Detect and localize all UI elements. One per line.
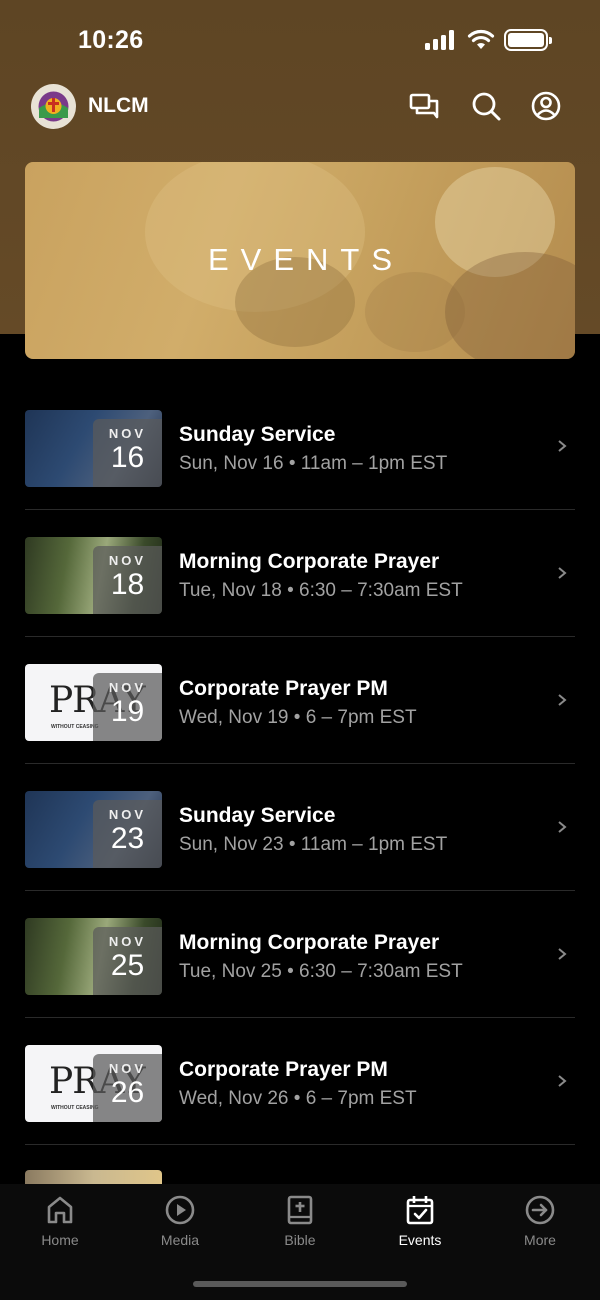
date-day: 18 <box>110 568 145 601</box>
date-month: NOV <box>108 934 147 949</box>
date-month: NOV <box>108 807 147 822</box>
play-circle-icon <box>165 1195 195 1225</box>
date-day: 23 <box>110 822 145 855</box>
event-title: Morning Corporate Prayer <box>179 550 440 573</box>
chevron-right-icon <box>558 1075 567 1087</box>
date-badge: NOV 26 <box>93 1054 162 1122</box>
date-badge: NOV 18 <box>93 546 162 614</box>
church-logo[interactable] <box>31 84 76 129</box>
event-row[interactable]: PRAY WITHOUT CEASING NOV 26 Corporate Pr… <box>25 1018 575 1145</box>
event-thumbnail: NOV 25 <box>25 918 162 995</box>
date-badge: NOV 16 <box>93 419 162 487</box>
app-name: NLCM <box>88 94 149 117</box>
tab-more[interactable]: More <box>480 1194 600 1260</box>
tab-home[interactable]: Home <box>0 1194 120 1260</box>
app-header: NLCM <box>0 82 600 130</box>
date-badge: NOV 23 <box>93 800 162 868</box>
date-month: NOV <box>108 426 147 441</box>
event-thumbnail: PRAY WITHOUT CEASING NOV 26 <box>25 1045 162 1122</box>
event-row[interactable]: NOV 18 Morning Corporate Prayer Tue, Nov… <box>25 510 575 637</box>
event-thumbnail: NOV 16 <box>25 410 162 487</box>
event-row[interactable]: PRAY WITHOUT CEASING NOV 19 Corporate Pr… <box>25 637 575 764</box>
date-month: NOV <box>108 680 147 695</box>
chevron-right-icon <box>558 821 567 833</box>
event-title: Morning Corporate Prayer <box>179 931 440 954</box>
status-time: 10:26 <box>78 26 144 54</box>
chevron-right-icon <box>558 694 567 706</box>
tab-events-label: Events <box>398 1232 442 1248</box>
status-bar: 10:26 <box>0 0 600 80</box>
tab-bible[interactable]: Bible <box>240 1194 360 1260</box>
chat-icon[interactable] <box>408 90 440 122</box>
calendar-check-icon <box>406 1196 434 1225</box>
home-indicator[interactable] <box>193 1281 407 1287</box>
tab-bible-label: Bible <box>284 1232 316 1248</box>
event-datetime: Sun, Nov 23 • 11am – 1pm EST <box>179 834 448 855</box>
chevron-right-icon <box>558 567 567 579</box>
banner-title: EVENTS <box>207 242 405 277</box>
event-title: Corporate Prayer PM <box>179 677 388 700</box>
pray-thumbnail-subtitle: WITHOUT CEASING <box>51 724 99 730</box>
events-list: NOV 16 Sunday Service Sun, Nov 16 • 11am… <box>25 383 575 1145</box>
events-banner: EVENTS <box>25 162 575 359</box>
tab-events[interactable]: Events <box>360 1194 480 1260</box>
date-day: 16 <box>110 441 145 474</box>
search-icon[interactable] <box>470 90 502 122</box>
account-icon[interactable] <box>530 90 562 122</box>
event-datetime: Wed, Nov 26 • 6 – 7pm EST <box>179 1088 417 1109</box>
event-thumbnail: PRAY WITHOUT CEASING NOV 19 <box>25 664 162 741</box>
date-day: 19 <box>110 695 145 728</box>
date-badge: NOV 19 <box>93 673 162 741</box>
tab-more-label: More <box>524 1232 556 1248</box>
event-datetime: Tue, Nov 18 • 6:30 – 7:30am EST <box>179 580 463 601</box>
date-month: NOV <box>108 1061 147 1076</box>
event-row[interactable]: NOV 16 Sunday Service Sun, Nov 16 • 11am… <box>25 383 575 510</box>
event-thumbnail-partial[interactable] <box>25 1170 162 1184</box>
event-title: Corporate Prayer PM <box>179 1058 388 1081</box>
battery-icon <box>504 29 552 51</box>
event-thumbnail: NOV 18 <box>25 537 162 614</box>
chevron-right-icon <box>558 440 567 452</box>
chevron-right-icon <box>558 948 567 960</box>
date-badge: NOV 25 <box>93 927 162 995</box>
event-row[interactable]: NOV 23 Sunday Service Sun, Nov 23 • 11am… <box>25 764 575 891</box>
event-datetime: Tue, Nov 25 • 6:30 – 7:30am EST <box>179 961 463 982</box>
tab-media-label: Media <box>160 1232 200 1248</box>
event-title: Sunday Service <box>179 423 336 446</box>
date-month: NOV <box>108 553 147 568</box>
tab-home-label: Home <box>41 1232 79 1248</box>
event-title: Sunday Service <box>179 804 336 827</box>
tab-media[interactable]: Media <box>120 1194 240 1260</box>
date-day: 26 <box>110 1076 145 1109</box>
event-datetime: Sun, Nov 16 • 11am – 1pm EST <box>179 453 448 474</box>
arrow-circle-right-icon <box>525 1195 555 1225</box>
event-thumbnail: NOV 23 <box>25 791 162 868</box>
bible-icon <box>287 1195 313 1225</box>
pray-thumbnail-subtitle: WITHOUT CEASING <box>51 1105 99 1111</box>
wifi-icon <box>467 29 495 49</box>
home-icon <box>47 1196 73 1224</box>
event-datetime: Wed, Nov 19 • 6 – 7pm EST <box>179 707 417 728</box>
cellular-signal-icon <box>425 30 454 50</box>
event-row[interactable]: NOV 25 Morning Corporate Prayer Tue, Nov… <box>25 891 575 1018</box>
date-day: 25 <box>110 949 145 982</box>
